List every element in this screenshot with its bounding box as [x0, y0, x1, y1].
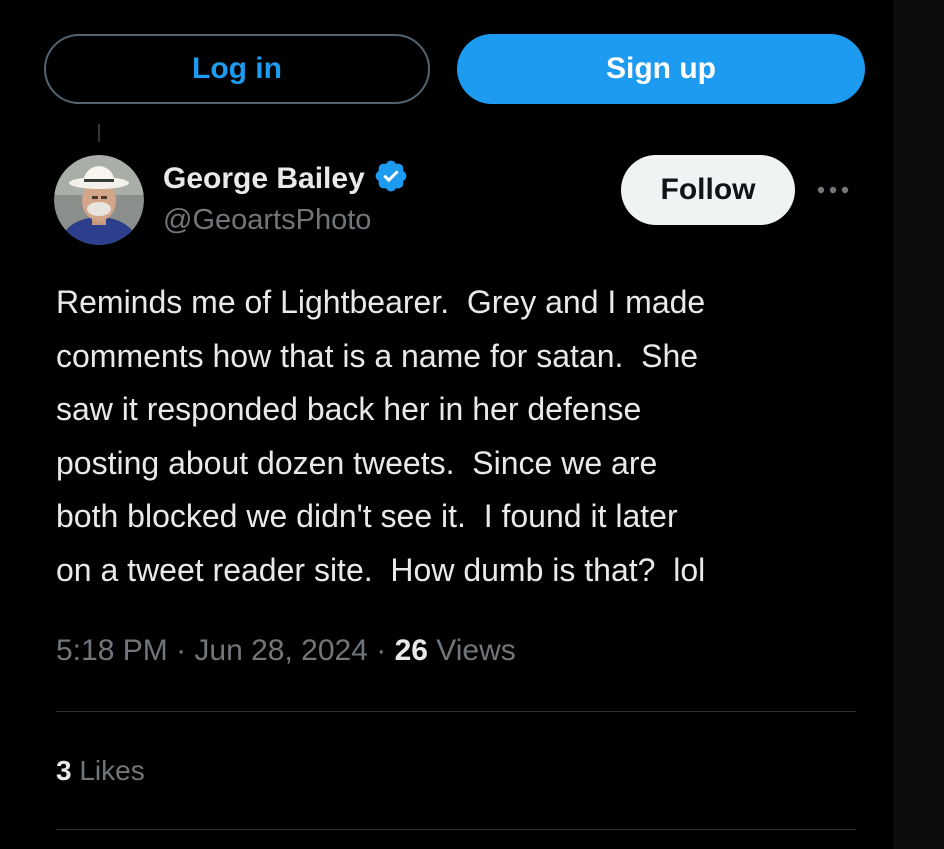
meta-separator: · — [367, 634, 395, 667]
login-button-label: Log in — [192, 52, 282, 85]
avatar[interactable] — [54, 155, 144, 245]
author-handle[interactable]: @GeoartsPhoto — [163, 204, 371, 237]
divider — [56, 829, 856, 830]
right-gutter — [893, 0, 944, 849]
views-label: Views — [436, 634, 516, 667]
author-display-name[interactable]: George Bailey — [163, 162, 365, 196]
likes-count: 3 — [56, 755, 72, 786]
verified-badge-icon — [373, 158, 409, 199]
tweet-text: Reminds me of Lightbearer. Grey and I ma… — [56, 284, 706, 588]
likes-label: Likes — [79, 755, 145, 786]
more-options-icon[interactable] — [815, 176, 851, 204]
thread-connector-line — [98, 124, 100, 142]
tweet-date[interactable]: Jun 28, 2024 — [194, 634, 367, 667]
tweet-time[interactable]: 5:18 PM — [56, 634, 168, 667]
signup-button[interactable]: Sign up — [457, 34, 865, 104]
login-button[interactable]: Log in — [44, 34, 430, 104]
divider — [56, 711, 856, 712]
views-count: 26 — [394, 634, 428, 667]
follow-button-label: Follow — [660, 173, 756, 206]
likes-stat[interactable]: 3 Likes — [56, 755, 145, 787]
tweet-metadata: 5:18 PM · Jun 28, 2024 · 26 Views — [56, 634, 516, 668]
author-name-row[interactable]: George Bailey — [163, 158, 409, 199]
follow-button[interactable]: Follow — [621, 155, 795, 225]
signup-button-label: Sign up — [606, 52, 716, 85]
avatar-image — [54, 155, 144, 245]
meta-separator: · — [167, 634, 195, 667]
